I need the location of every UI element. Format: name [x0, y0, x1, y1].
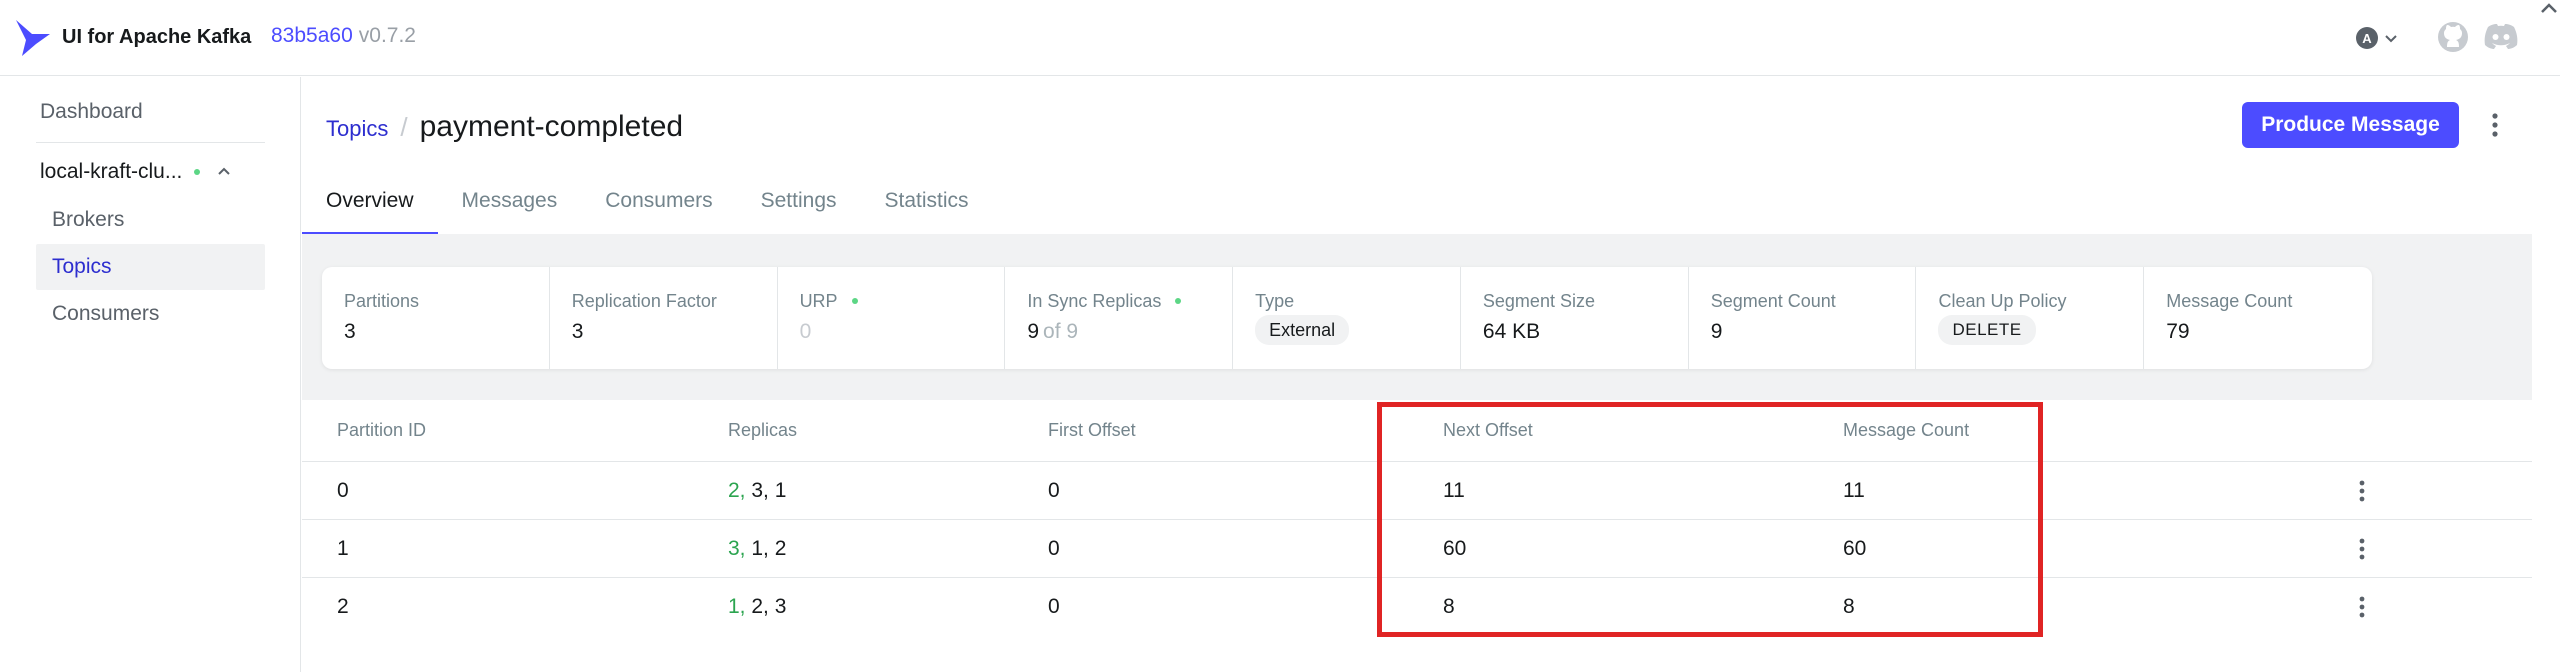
stat-urp: URP 0: [778, 267, 1006, 369]
page-title: payment-completed: [419, 110, 684, 143]
github-icon[interactable]: [2436, 20, 2470, 54]
breadcrumb-topics-link[interactable]: Topics: [326, 114, 388, 144]
stat-segment-count: Segment Count 9: [1689, 267, 1917, 369]
chevron-down-icon: [2385, 35, 2397, 43]
stats-card: Partitions 3 Replication Factor 3 URP 0 …: [322, 267, 2372, 369]
top-navbar: UI for Apache Kafka 83b5a60 v0.7.2 A: [0, 0, 2560, 76]
stat-clean-up-policy: Clean Up Policy DELETE: [1916, 267, 2145, 369]
cluster-name: local-kraft-clu...: [40, 160, 183, 183]
sidebar-item-brokers[interactable]: Brokers: [36, 197, 265, 243]
cluster-status-dot: [194, 169, 201, 175]
version-label: v0.7.2: [358, 24, 416, 47]
chevron-up-icon[interactable]: [2538, 0, 2560, 22]
stat-replication-factor: Replication Factor 3: [550, 267, 778, 369]
header-partition-id: Partition ID: [337, 420, 427, 440]
breadcrumb-separator: /: [400, 112, 408, 142]
topic-tabs: Overview Messages Consumers Settings Sta…: [302, 177, 993, 234]
app-title[interactable]: UI for Apache Kafka: [62, 24, 251, 50]
row-actions-icon[interactable]: [2352, 476, 2372, 506]
tab-overview[interactable]: Overview: [302, 177, 438, 234]
stat-partitions: Partitions 3: [322, 267, 550, 369]
sidebar-divider: [36, 142, 265, 143]
sidebar-item-dashboard[interactable]: Dashboard: [40, 99, 143, 125]
isr-status-dot: [1175, 298, 1182, 304]
produce-message-button[interactable]: Produce Message: [2242, 102, 2459, 148]
tab-settings[interactable]: Settings: [737, 177, 861, 234]
tab-messages[interactable]: Messages: [438, 177, 582, 234]
stats-band: Partitions 3 Replication Factor 3 URP 0 …: [302, 234, 2532, 400]
header-first-offset: First Offset: [1048, 420, 1136, 440]
discord-icon[interactable]: [2482, 20, 2520, 54]
stat-segment-size: Segment Size 64 KB: [1461, 267, 1689, 369]
type-badge: External: [1255, 315, 1350, 345]
urp-status-dot: [851, 298, 858, 304]
tab-statistics[interactable]: Statistics: [861, 177, 993, 234]
chevron-up-icon: [218, 167, 231, 175]
highlight-box: [1377, 402, 2043, 637]
breadcrumb: Topics / payment-completed: [326, 110, 683, 144]
commit-link[interactable]: 83b5a60: [271, 24, 353, 47]
row-actions-icon[interactable]: [2352, 534, 2372, 564]
stat-type: Type External: [1233, 267, 1461, 369]
user-menu[interactable]: A: [2356, 24, 2404, 52]
sidebar: Dashboard local-kraft-clu... Brokers Top…: [0, 77, 301, 672]
version-info: 83b5a60 v0.7.2: [271, 23, 416, 49]
sidebar-cluster-toggle[interactable]: local-kraft-clu...: [40, 157, 265, 187]
leader-replica: 2,: [728, 478, 746, 502]
more-options-icon[interactable]: [2483, 108, 2507, 142]
avatar: A: [2356, 27, 2378, 49]
header-replicas: Replicas: [728, 420, 798, 440]
kafka-logo-icon[interactable]: [14, 18, 52, 58]
sidebar-item-topics[interactable]: Topics: [36, 244, 265, 290]
stat-in-sync-replicas: In Sync Replicas 9 of 9: [1005, 267, 1234, 369]
leader-replica: 3,: [728, 536, 746, 560]
row-actions-icon[interactable]: [2352, 592, 2372, 622]
stat-message-count: Message Count 79: [2166, 291, 2293, 343]
leader-replica: 1,: [728, 595, 746, 618]
sidebar-item-consumers[interactable]: Consumers: [36, 291, 265, 337]
tab-consumers[interactable]: Consumers: [581, 177, 736, 234]
clean-up-policy-badge: DELETE: [1938, 315, 2036, 345]
